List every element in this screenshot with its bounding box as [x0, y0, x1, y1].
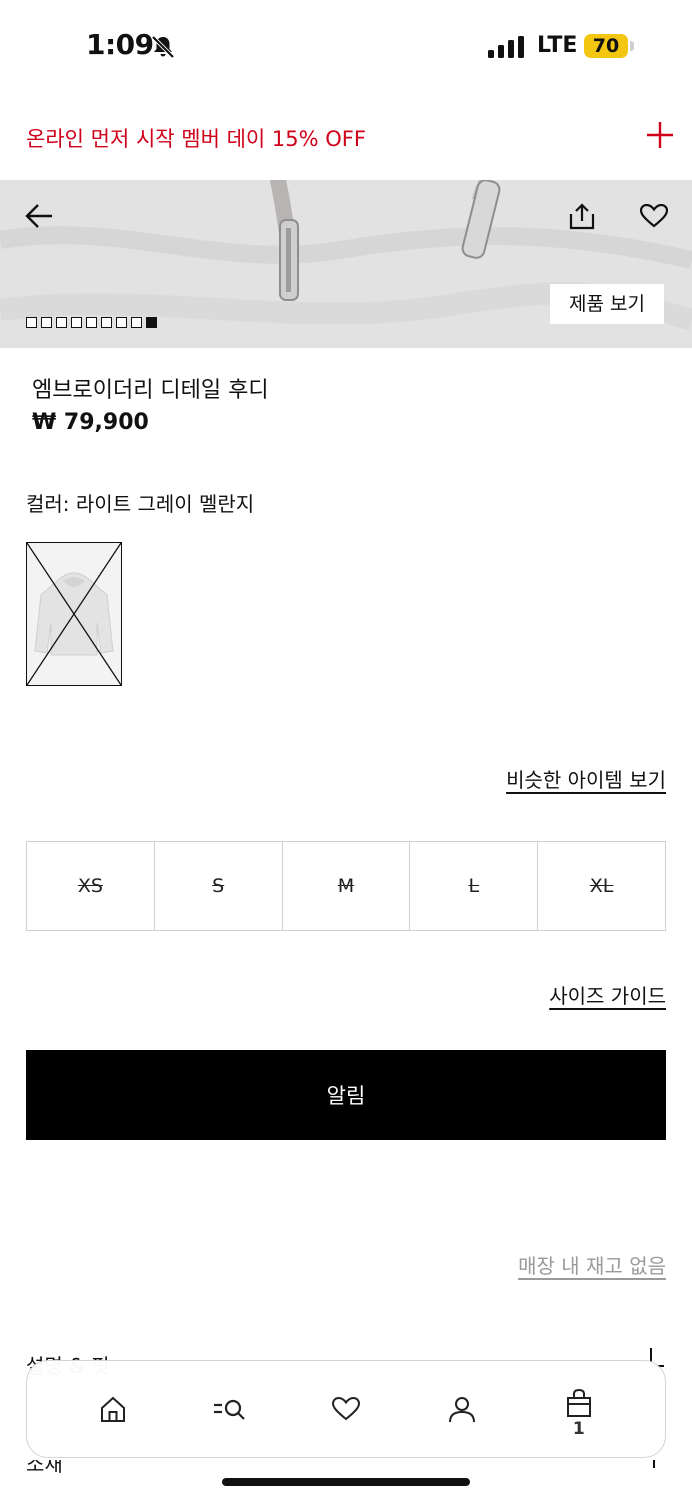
carousel-dot[interactable] — [26, 317, 37, 328]
promo-banner[interactable]: 온라인 먼저 시작 멤버 데이 15% OFF — [0, 96, 692, 180]
carousel-dot[interactable] — [101, 317, 112, 328]
carousel-dot[interactable] — [71, 317, 82, 328]
promo-text: 온라인 먼저 시작 멤버 데이 15% OFF — [26, 127, 366, 151]
nav-account[interactable] — [432, 1379, 492, 1439]
network-type: LTE — [537, 33, 578, 58]
store-stock-link[interactable]: 매장 내 재고 없음 — [518, 1250, 666, 1279]
size-option-s[interactable]: S — [155, 842, 283, 930]
color-swatch[interactable] — [26, 542, 122, 686]
battery-level: 70 — [584, 34, 628, 58]
accordion-label: 소재 — [26, 1460, 63, 1476]
bell-slash-icon — [151, 35, 175, 59]
signal-icon — [488, 36, 524, 58]
carousel-dot-active[interactable] — [146, 317, 157, 328]
carousel-dot[interactable] — [116, 317, 127, 328]
accordion-material[interactable]: 소재 — [26, 1460, 666, 1480]
share-icon[interactable] — [568, 202, 596, 230]
home-icon — [101, 1396, 126, 1422]
hoodie-thumbnail — [27, 543, 121, 685]
size-option-m[interactable]: M — [283, 842, 411, 930]
carousel-dot[interactable] — [131, 317, 142, 328]
carousel-dot[interactable] — [56, 317, 67, 328]
nav-wishlist[interactable] — [316, 1379, 376, 1439]
carousel-indicator — [26, 317, 157, 329]
bottom-navigation: 1 — [26, 1360, 666, 1458]
notify-button[interactable]: 알림 — [26, 1050, 666, 1140]
size-option-l[interactable]: L — [410, 842, 539, 930]
menu-search-icon — [213, 1399, 245, 1420]
nav-menu-search[interactable] — [200, 1379, 260, 1439]
arrow-left-icon[interactable] — [24, 202, 54, 230]
size-guide-link[interactable]: 사이즈 가이드 — [549, 980, 666, 1009]
size-option-xl[interactable]: XL — [538, 842, 665, 930]
carousel-dot[interactable] — [41, 317, 52, 328]
similar-items-link[interactable]: 비슷한 아이템 보기 — [506, 764, 666, 793]
size-option-xs[interactable]: XS — [27, 842, 155, 930]
status-time: 1:09 — [86, 28, 154, 61]
nav-cart[interactable]: 1 — [549, 1379, 609, 1439]
product-price: ₩ 79,900 — [32, 410, 149, 435]
plus-icon[interactable] — [646, 121, 674, 149]
product-image-carousel[interactable]: 제품 보기 — [0, 180, 692, 348]
product-name: 엠브로이더리 디테일 후디 — [32, 378, 269, 403]
view-product-button[interactable]: 제품 보기 — [550, 284, 664, 324]
plus-icon — [653, 1460, 655, 1468]
heart-icon[interactable] — [640, 204, 668, 228]
nav-home[interactable] — [83, 1379, 143, 1439]
color-label: 컬러: 라이트 그레이 멜란지 — [26, 492, 255, 516]
battery-cap — [630, 41, 634, 51]
cart-count-badge: 1 — [572, 1419, 585, 1439]
shopping-bag-icon — [566, 1388, 591, 1417]
status-bar: 1:09 LTE 70 — [0, 0, 692, 96]
heart-icon — [331, 1397, 360, 1421]
user-icon — [449, 1397, 476, 1423]
size-selector: XS S M L XL — [26, 841, 666, 931]
home-indicator — [222, 1478, 470, 1486]
carousel-dot[interactable] — [86, 317, 97, 328]
